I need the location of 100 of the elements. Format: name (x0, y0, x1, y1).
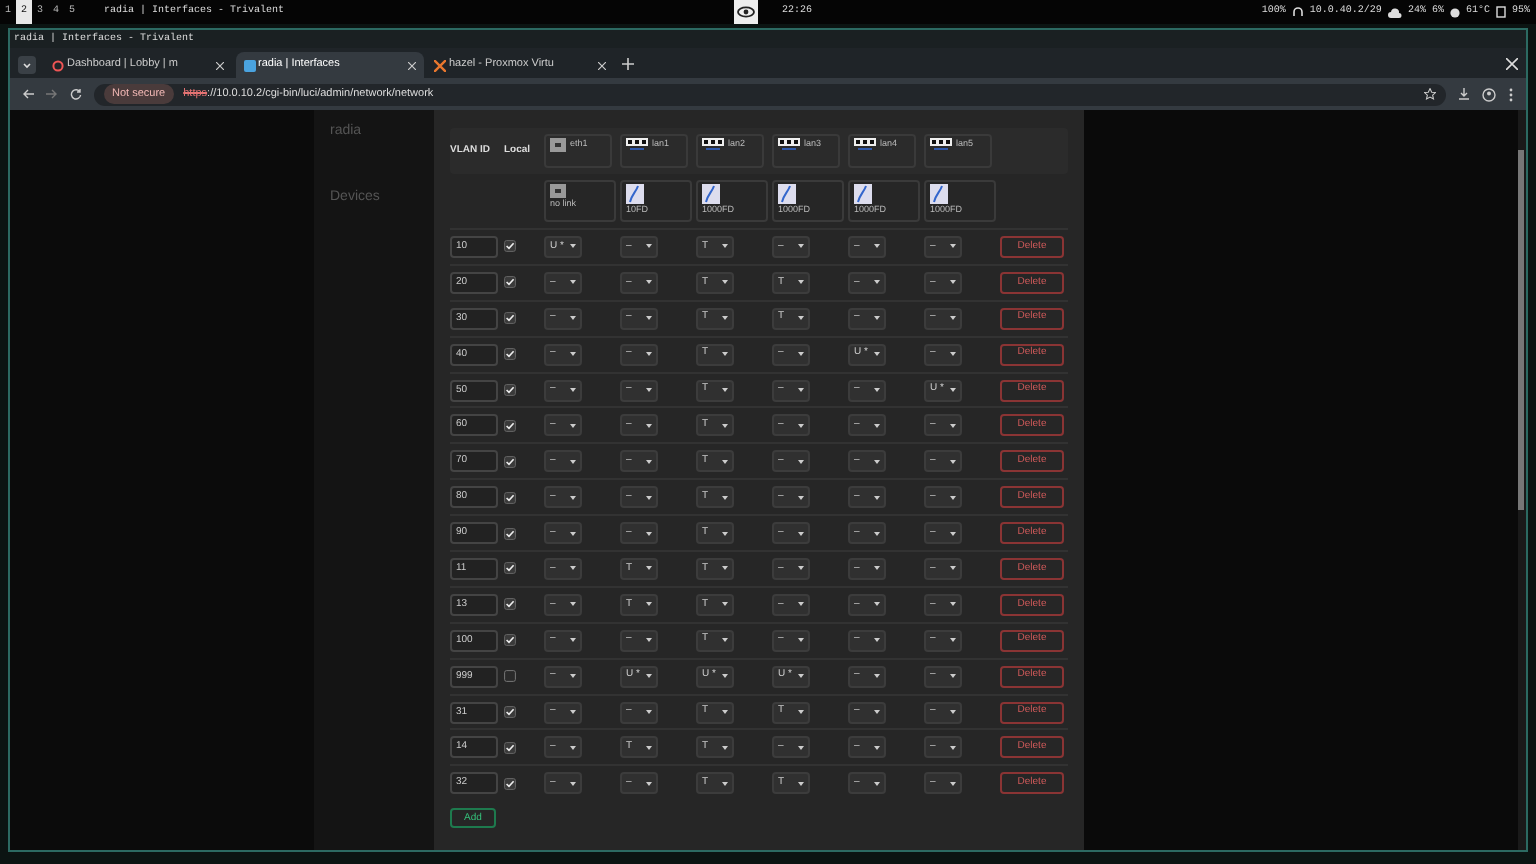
checkbox-checked[interactable] (504, 455, 516, 468)
caret-icon (646, 745, 652, 750)
port-icon (930, 138, 952, 150)
caret-icon (646, 674, 652, 679)
caret-icon (798, 388, 804, 392)
port-cable-icon (778, 184, 796, 204)
new-tab-icon[interactable] (622, 58, 634, 70)
checkbox-checked[interactable] (504, 348, 516, 361)
tab-search-icon[interactable] (18, 56, 36, 74)
caret-icon (722, 674, 728, 679)
menu-icon[interactable] (1508, 87, 1514, 101)
caret-icon (950, 745, 956, 750)
caret-icon (798, 352, 804, 357)
checkbox-checked[interactable] (504, 312, 516, 325)
checkbox-checked[interactable] (504, 741, 516, 754)
caret-icon (950, 352, 956, 357)
caret-icon (950, 388, 956, 392)
caret-icon (874, 423, 880, 428)
checkbox-checked[interactable] (504, 276, 516, 289)
caret-icon (646, 316, 652, 321)
caret-icon (798, 781, 804, 786)
caret-icon (950, 710, 956, 715)
checkbox-checked[interactable] (504, 384, 516, 396)
caret-icon (570, 459, 576, 464)
caret-icon (874, 531, 880, 536)
caret-icon (874, 316, 880, 321)
caret-icon (798, 280, 804, 285)
caret-icon (570, 638, 576, 643)
caret-icon (722, 638, 728, 643)
caret-icon (722, 352, 728, 357)
caret-icon (874, 781, 880, 786)
port-icon (702, 138, 724, 150)
square-icon (243, 59, 255, 71)
caret-icon (570, 745, 576, 750)
headphones-icon (1291, 6, 1304, 18)
eye-icon[interactable] (733, 0, 758, 24)
caret-icon (646, 459, 652, 464)
checkbox-checked[interactable] (504, 598, 516, 611)
caret-icon (798, 566, 804, 571)
back-icon[interactable] (22, 88, 34, 100)
caret-icon (722, 316, 728, 321)
caret-icon (874, 566, 880, 571)
caret-icon (646, 602, 652, 607)
checkbox-checked[interactable] (504, 419, 516, 432)
caret-icon (570, 674, 576, 679)
cross-icon (434, 59, 446, 71)
port-icon (854, 138, 876, 150)
caret-icon (570, 566, 576, 571)
caret-icon (874, 638, 880, 643)
caret-icon (570, 495, 576, 500)
caret-icon (950, 674, 956, 679)
caret-icon (874, 674, 880, 679)
caret-icon (570, 244, 576, 249)
caret-icon (798, 244, 804, 249)
tab-close-icon[interactable] (598, 61, 606, 69)
caret-icon (646, 710, 652, 715)
caret-icon (722, 602, 728, 607)
caret-icon (722, 495, 728, 500)
caret-icon (798, 602, 804, 607)
star-icon[interactable] (1424, 88, 1436, 100)
checkbox-checked[interactable] (504, 777, 516, 790)
forward-icon[interactable] (46, 88, 58, 100)
caret-icon (646, 388, 652, 392)
checkbox-checked[interactable] (504, 240, 516, 253)
checkbox-checked[interactable] (504, 491, 516, 504)
caret-icon (874, 459, 880, 464)
caret-icon (570, 710, 576, 715)
caret-icon (722, 745, 728, 750)
caret-icon (950, 638, 956, 643)
caret-icon (570, 280, 576, 285)
cloud-icon (1387, 7, 1402, 17)
reload-icon[interactable] (70, 88, 82, 100)
caret-icon (646, 531, 652, 536)
profile-icon[interactable] (1482, 87, 1496, 101)
checkbox-checked[interactable] (504, 634, 516, 647)
checkbox[interactable] (504, 670, 516, 683)
caret-icon (950, 459, 956, 464)
checkbox-checked[interactable] (504, 527, 516, 540)
ring-icon (52, 59, 64, 71)
caret-icon (646, 423, 652, 428)
caret-icon (646, 566, 652, 571)
checkbox-checked[interactable] (504, 706, 516, 719)
close-icon[interactable] (1506, 58, 1518, 70)
caret-icon (798, 710, 804, 715)
caret-icon (950, 316, 956, 321)
tab-close-icon[interactable] (407, 61, 415, 69)
caret-icon (570, 423, 576, 428)
caret-icon (722, 531, 728, 536)
port-cable-icon (702, 184, 720, 204)
caret-icon (950, 602, 956, 607)
checkbox-checked[interactable] (504, 562, 516, 575)
caret-icon (570, 781, 576, 786)
scrollbar-thumb[interactable] (1518, 150, 1524, 510)
caret-icon (798, 316, 804, 321)
caret-icon (874, 280, 880, 285)
download-icon[interactable] (1458, 88, 1470, 100)
caret-icon (950, 423, 956, 428)
caret-icon (798, 531, 804, 536)
port-icon (778, 138, 800, 150)
tab-close-icon[interactable] (216, 61, 224, 69)
